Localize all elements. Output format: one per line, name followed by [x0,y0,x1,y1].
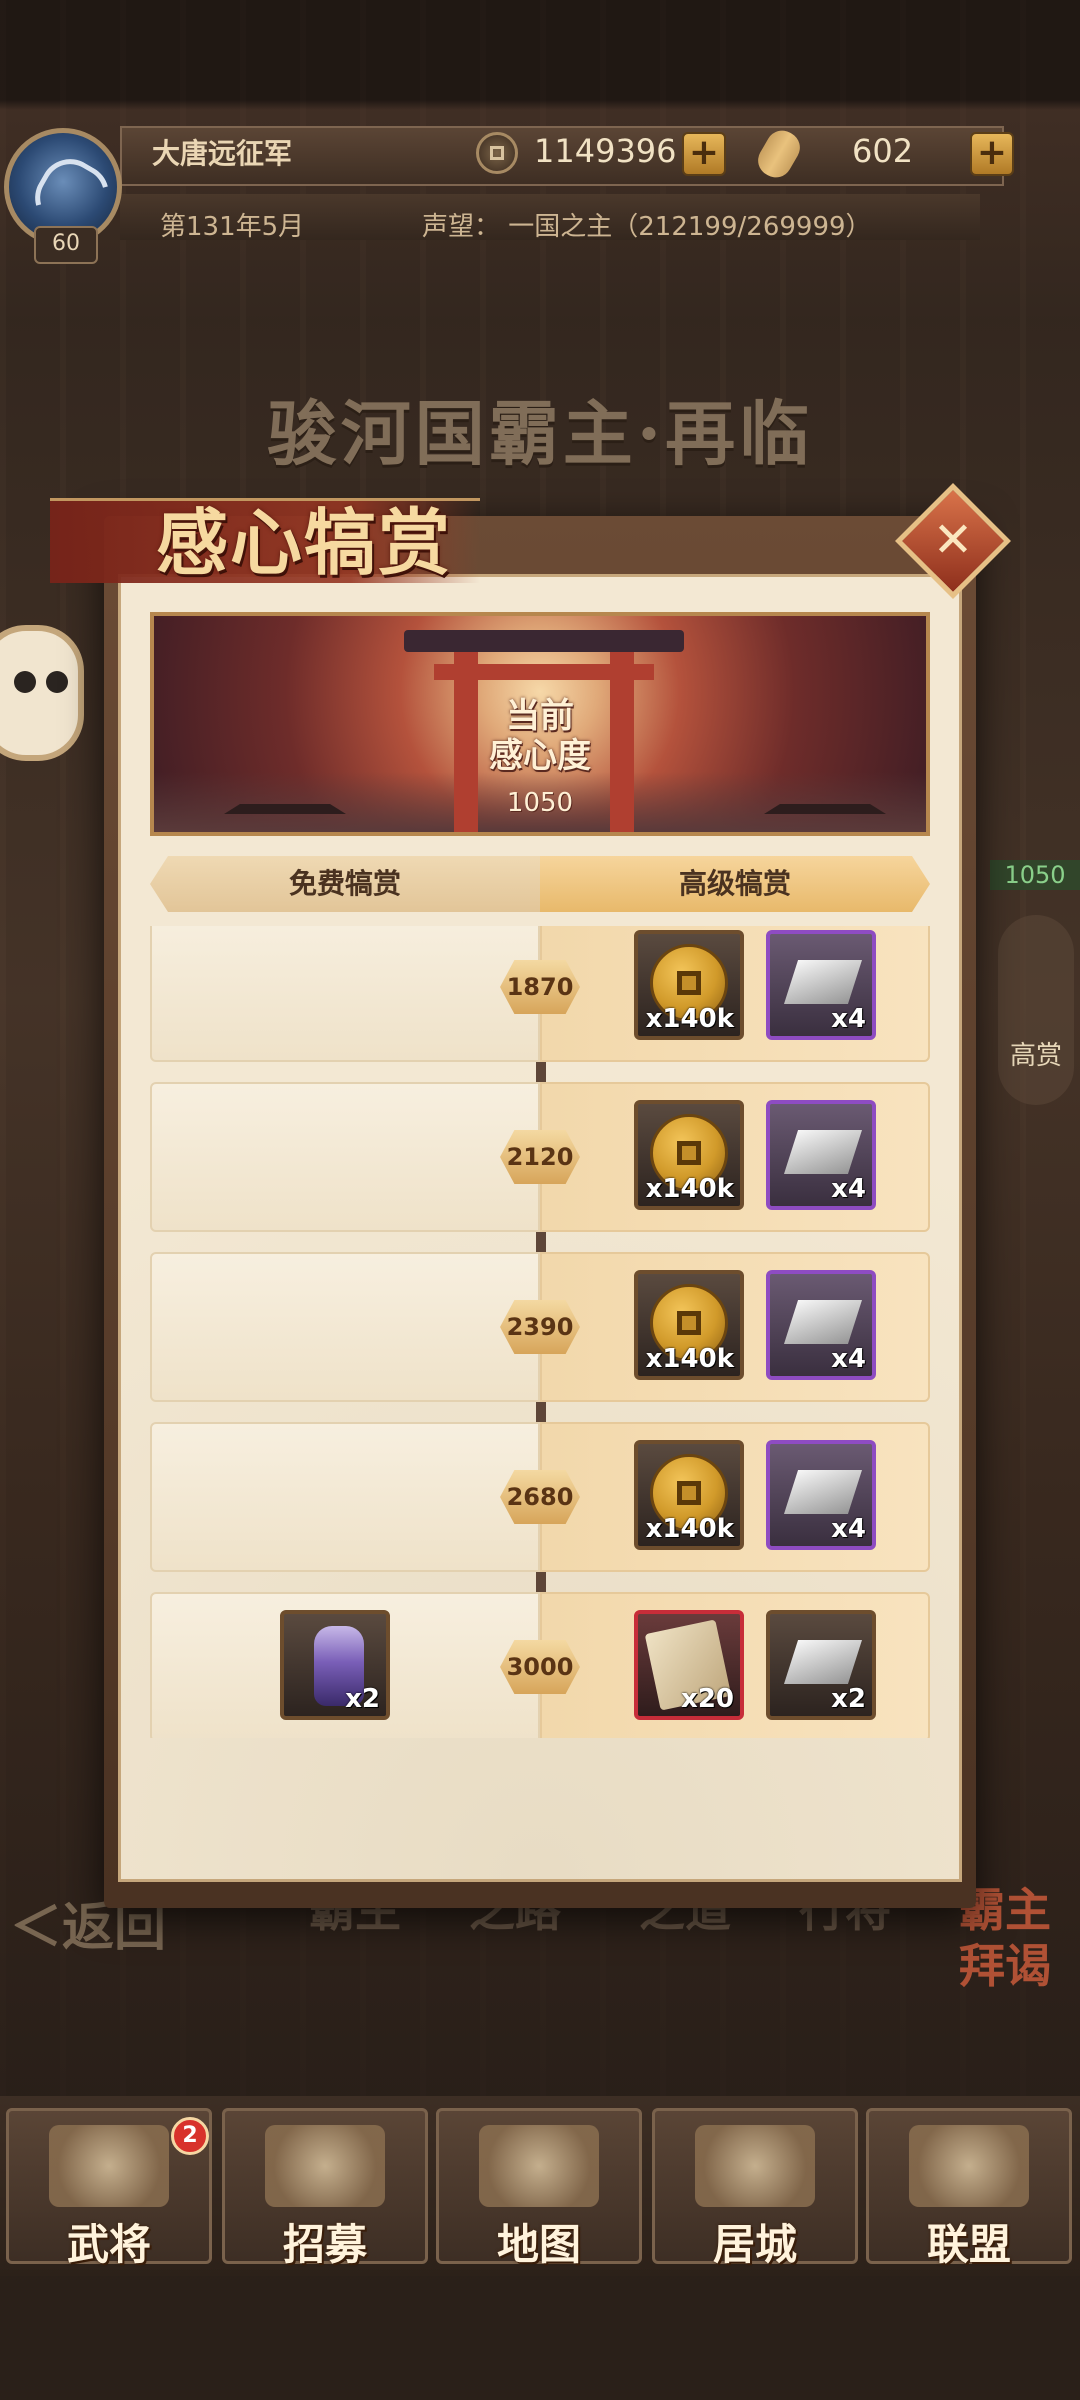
modal-title: 感心犒赏 [156,500,453,585]
silver-ingot-icon [784,1300,862,1344]
nav-label: 地图 [496,2220,581,2269]
reward-row: 3000 x2 x20 x2 [150,1592,930,1738]
reward-row: 2390 x140k x4 [150,1252,930,1402]
nav-label: 武将 [66,2220,151,2269]
add-coins-button[interactable]: + [682,132,726,176]
silver-ingot-icon [784,960,862,1004]
affinity-value: 1050 [506,788,574,818]
reward-item[interactable]: x2 [280,1610,390,1720]
close-icon: ✕ [932,512,974,568]
item-quantity: x140k [645,1514,734,1544]
nav-label: 招募 [282,2220,367,2269]
reward-tabs: 免费犒赏 高级犒赏 [150,856,930,912]
reward-item[interactable]: x4 [766,1100,876,1210]
threshold-marker: 1870 [500,960,580,1014]
item-quantity: x2 [345,1684,380,1714]
reward-item[interactable]: x4 [766,1440,876,1550]
silver-ingot-icon [784,1640,862,1684]
reward-item[interactable]: x140k [634,1100,744,1210]
nav-general-helmet[interactable]: 武将 2 [6,2108,212,2269]
reward-row: 1870 x140k x4 [150,926,930,1062]
reward-row: 2680 x140k x4 [150,1422,930,1572]
torii-gate-icon [404,630,684,652]
affinity-banner: 当前 感心度 1050 [150,612,930,836]
level-badge: 60 [34,226,98,264]
affinity-label: 当前 感心度 [489,696,591,776]
nav-recruit-sword[interactable]: 招募 [222,2108,428,2269]
general-helmet-icon [49,2125,169,2207]
reward-item[interactable]: x140k [634,1270,744,1380]
reward-item[interactable]: x140k [634,1440,744,1550]
nav-label: 居城 [712,2220,797,2269]
recruit-sword-icon [265,2125,385,2207]
nav-alliance-fans[interactable]: 联盟 [866,2108,1072,2269]
threshold-marker: 2680 [500,1470,580,1524]
alliance-fans-icon [909,2125,1029,2207]
item-quantity: x4 [831,1514,866,1544]
add-gems-button[interactable]: + [970,132,1014,176]
top-status-bar: 60 大唐远征军 1149396 + 602 + 第131年5月 声望： 一国之… [0,108,1080,264]
reward-item[interactable]: x4 [766,1270,876,1380]
map-scroll-icon [479,2125,599,2207]
item-quantity: x140k [645,1174,734,1204]
notification-badge: 2 [171,2117,209,2155]
game-date: 第131年5月 [160,212,305,242]
threshold-marker: 3000 [500,1640,580,1694]
coin-icon [476,132,518,174]
free-reward-slot [150,1252,540,1402]
reward-track-list[interactable]: 1870 x140k x4 2120 x140k x4 2390 x140k x4 2680 x14… [150,926,930,1738]
side-reward-button[interactable]: 高赏 [998,915,1074,1105]
silver-ingot-icon [784,1130,862,1174]
free-reward-slot [150,1082,540,1232]
gem-count: 602 [852,132,914,170]
free-reward-slot [150,926,540,1062]
player-name: 大唐远征军 [152,137,293,170]
item-quantity: x4 [831,1174,866,1204]
item-quantity: x2 [831,1684,866,1714]
nav-map-scroll[interactable]: 地图 [436,2108,642,2269]
tab-premium-rewards[interactable]: 高级犒赏 [540,856,930,912]
side-panda-avatar[interactable] [0,625,84,761]
nav-castle[interactable]: 居城 [652,2108,858,2269]
reward-item[interactable]: x20 [634,1610,744,1720]
item-quantity: x4 [831,1344,866,1374]
item-quantity: x4 [831,1004,866,1034]
coin-count: 1149396 [534,132,677,170]
stage-title: 骏河国霸主·再临 [266,392,814,475]
reward-item[interactable]: x4 [766,930,876,1040]
prestige-status: 声望： 一国之主（212199/269999） [422,212,872,242]
reward-row: 2120 x140k x4 [150,1082,930,1232]
item-quantity: x140k [645,1004,734,1034]
threshold-marker: 2120 [500,1130,580,1184]
nav-label: 联盟 [926,2220,1011,2269]
reward-item[interactable]: x140k [634,930,744,1040]
threshold-marker: 2390 [500,1300,580,1354]
bottom-navigation: 武将 2 招募 地图 居城 联盟 [0,2096,1080,2276]
silver-ingot-icon [784,1470,862,1514]
side-value-label: 1050 [990,860,1080,890]
free-reward-slot [150,1422,540,1572]
reward-item[interactable]: x2 [766,1610,876,1720]
tab-free-rewards[interactable]: 免费犒赏 [150,856,540,912]
castle-icon [695,2125,815,2207]
item-quantity: x20 [681,1684,734,1714]
item-quantity: x140k [645,1344,734,1374]
